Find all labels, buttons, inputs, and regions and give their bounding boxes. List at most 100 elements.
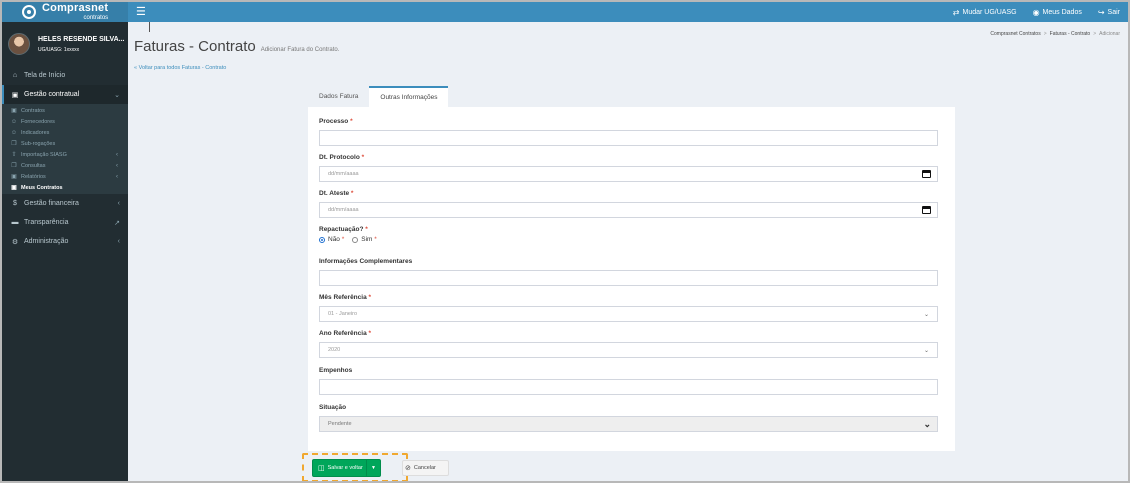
- situacao-label: Situação: [319, 404, 347, 411]
- chevron-left-icon: ‹: [116, 173, 118, 180]
- processo-input[interactable]: [319, 130, 938, 146]
- save-options-dropdown-toggle[interactable]: ▼: [366, 460, 380, 476]
- submenu-item-reports[interactable]: ▣ Relatórios ‹: [2, 171, 128, 182]
- avatar: [8, 33, 30, 55]
- dt-ateste-label-text: Dt. Ateste: [319, 190, 350, 197]
- sidebar-item-transparency[interactable]: ▬ Transparência ↗: [2, 213, 128, 232]
- user-name: HELES RESENDE SILVA...: [38, 35, 125, 43]
- cogs-icon: ⚙: [11, 238, 19, 246]
- top-navbar-links: ⇄ Mudar UG/UASG ◉ Meus Dados ↪ Sair: [945, 2, 1128, 22]
- calendar-icon[interactable]: [922, 170, 931, 178]
- page-title: Faturas - Contrato: [134, 38, 256, 55]
- mes-referencia-select[interactable]: 01 - Janeiro ⌄: [319, 306, 938, 322]
- required-marker: *: [365, 226, 368, 233]
- mes-referencia-label-text: Mês Referência: [319, 294, 367, 301]
- users-icon: ☺: [10, 118, 18, 125]
- user-info: HELES RESENDE SILVA... UG/UASG: 1xxxxx: [38, 36, 124, 53]
- sidebar-item-label: Tela de Início: [24, 72, 66, 79]
- floppy-icon: ◫: [318, 465, 325, 472]
- ano-referencia-label: Ano Referência *: [319, 330, 938, 337]
- submenu-item-label: Relatórios: [21, 173, 46, 180]
- breadcrumb-separator: >: [1093, 31, 1097, 37]
- field-situacao: Situação Pendente ⌄: [319, 404, 938, 432]
- sidebar-item-label: Transparência: [24, 219, 69, 226]
- field-info-complementares: Informações Complementares: [319, 258, 938, 286]
- save-and-return-button[interactable]: ◫ Salvar e voltar ▼: [312, 459, 381, 477]
- sidebar-item-label: Gestão contratual: [24, 91, 80, 98]
- form-panel: Processo * Dt. Protocolo * dd/mm/aaaa Dt…: [308, 107, 955, 451]
- field-dt-ateste: Dt. Ateste * dd/mm/aaaa: [319, 190, 938, 218]
- sidebar-item-contract-management[interactable]: ▣ Gestão contratual ⌄: [2, 85, 128, 104]
- empenhos-input[interactable]: [319, 379, 938, 395]
- calendar-icon[interactable]: [922, 206, 931, 214]
- ano-referencia-select[interactable]: 2020 ⌄: [319, 342, 938, 358]
- dt-protocolo-label: Dt. Protocolo *: [319, 154, 938, 161]
- sidebar-item-label: Gestão financeira: [24, 200, 79, 207]
- change-ug-label: Mudar UG/UASG: [962, 8, 1017, 16]
- sign-out-icon: ↪: [1097, 7, 1105, 17]
- copy-icon: ❐: [11, 141, 17, 147]
- copy-icon: ❐: [11, 163, 17, 169]
- comprasnet-logo-icon: [22, 5, 36, 19]
- ano-referencia-value: 2020: [328, 347, 341, 353]
- repactuacao-radio-group: Não * Sim *: [319, 236, 938, 243]
- dollar-icon: $: [13, 200, 17, 207]
- submenu-item-suppliers[interactable]: ☺ Fornecedores: [2, 116, 128, 127]
- file-icon: ▣: [11, 185, 17, 191]
- form-tabs: Dados Fatura Outras Informações: [308, 86, 449, 107]
- situacao-value: Pendente: [328, 421, 352, 427]
- breadcrumb-item-home[interactable]: Comprasnet Contratos: [990, 31, 1040, 37]
- sidebar-item-administration[interactable]: ⚙ Administração ‹: [2, 232, 128, 251]
- dt-ateste-label: Dt. Ateste *: [319, 190, 938, 197]
- radio-sim[interactable]: [352, 236, 359, 243]
- processo-label-text: Processo: [319, 118, 349, 125]
- submenu-item-siasg-import[interactable]: ⇧ Importação SIASG ‹: [2, 149, 128, 160]
- my-data-link[interactable]: ◉ Meus Dados: [1025, 2, 1090, 22]
- cancel-button[interactable]: ⊘ Cancelar: [402, 460, 449, 476]
- hamburger-icon[interactable]: ☰: [128, 2, 154, 22]
- empenhos-label: Empenhos: [319, 367, 353, 374]
- submenu-item-label: Consultas: [21, 162, 46, 169]
- mes-referencia-value: 01 - Janeiro: [328, 311, 358, 317]
- dt-protocolo-label-text: Dt. Protocolo: [319, 154, 360, 161]
- logout-link[interactable]: ↪ Sair: [1090, 2, 1128, 22]
- info-complementares-input[interactable]: [319, 270, 938, 286]
- required-marker: *: [374, 236, 377, 243]
- back-link[interactable]: « Voltar para todos Faturas - Contrato: [134, 65, 226, 71]
- radio-nao-label: Não: [328, 236, 340, 243]
- tab-invoice-data[interactable]: Dados Fatura: [308, 86, 369, 107]
- dropdown-caret-icon: ⌄: [923, 311, 929, 318]
- brand-logo[interactable]: Comprasnet contratos: [2, 2, 128, 22]
- my-data-label: Meus Dados: [1042, 8, 1082, 16]
- submenu-item-label: Sub-rogações: [21, 140, 56, 147]
- submenu-item-queries[interactable]: ❐ Consultas ‹: [2, 160, 128, 171]
- chevron-left-icon: ‹: [116, 162, 118, 169]
- change-ug-link[interactable]: ⇄ Mudar UG/UASG: [945, 2, 1025, 22]
- chevron-down-icon: ⌄: [923, 418, 931, 429]
- contract-submenu: ▣ Contratos ☺ Fornecedores ☺ Indicadores…: [2, 104, 128, 194]
- situacao-select[interactable]: Pendente ⌄: [319, 416, 938, 432]
- submenu-item-subrogations[interactable]: ❐ Sub-rogações: [2, 138, 128, 149]
- radio-option-sim[interactable]: Sim *: [352, 236, 377, 243]
- sidebar-item-label: Administração: [24, 238, 69, 245]
- tab-other-info[interactable]: Outras Informações: [369, 86, 449, 107]
- breadcrumb-item-current: Adicionar: [1099, 31, 1120, 37]
- radio-sim-label: Sim: [361, 236, 373, 243]
- dropdown-caret-icon: ⌄: [923, 347, 929, 354]
- breadcrumb-item-invoices[interactable]: Faturas - Contrato: [1050, 31, 1091, 37]
- submenu-item-my-contracts[interactable]: ▣ Meus Contratos: [2, 182, 128, 193]
- sidebar: HELES RESENDE SILVA... UG/UASG: 1xxxxx ⌂…: [2, 22, 128, 481]
- chevron-left-icon: ‹: [116, 151, 118, 158]
- sidebar-item-home[interactable]: ⌂ Tela de Início: [2, 66, 128, 85]
- sidebar-item-financial-management[interactable]: $ Gestão financeira ‹: [2, 194, 128, 213]
- radio-nao[interactable]: [319, 236, 325, 243]
- dt-protocolo-input[interactable]: dd/mm/aaaa: [319, 166, 938, 182]
- submenu-item-contracts[interactable]: ▣ Contratos: [2, 105, 128, 116]
- submenu-item-indicators[interactable]: ☺ Indicadores: [2, 127, 128, 138]
- radio-option-nao[interactable]: Não *: [319, 236, 344, 243]
- breadcrumb-separator: >: [1043, 31, 1047, 37]
- required-marker: *: [361, 154, 365, 161]
- file-icon: ▣: [11, 108, 17, 114]
- dt-ateste-input[interactable]: dd/mm/aaaa: [319, 202, 938, 218]
- required-marker: *: [350, 118, 353, 125]
